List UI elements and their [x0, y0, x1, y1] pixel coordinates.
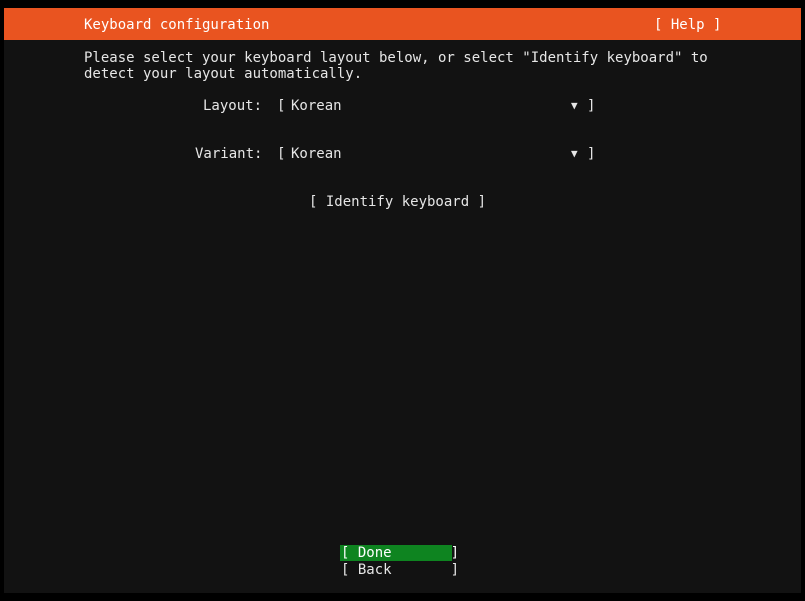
- layout-select-close-bracket: ]: [587, 98, 596, 114]
- dropdown-arrow-icon: ▼: [571, 147, 578, 160]
- done-button[interactable]: [ Done ]: [341, 545, 459, 561]
- layout-select-open-bracket: [: [277, 98, 286, 114]
- intro-text-line-2: detect your layout automatically.: [84, 66, 363, 82]
- variant-select-close-bracket: ]: [587, 146, 596, 162]
- header-bar: Keyboard configuration [ Help ]: [4, 8, 801, 40]
- dropdown-arrow-icon: ▼: [571, 99, 578, 112]
- identify-keyboard-button[interactable]: [ Identify keyboard ]: [309, 194, 486, 210]
- variant-select-open-bracket: [: [277, 146, 286, 162]
- layout-label: Layout:: [203, 98, 263, 114]
- layout-select-value: Korean: [291, 98, 342, 114]
- variant-label: Variant:: [195, 146, 263, 162]
- help-button[interactable]: [ Help ]: [654, 17, 721, 33]
- installer-screen: Keyboard configuration [ Help ] Please s…: [4, 8, 801, 593]
- intro-text-line-1: Please select your keyboard layout below…: [84, 50, 708, 66]
- back-button[interactable]: [ Back ]: [341, 562, 459, 578]
- page-title: Keyboard configuration: [84, 17, 270, 33]
- variant-select-value: Korean: [291, 146, 342, 162]
